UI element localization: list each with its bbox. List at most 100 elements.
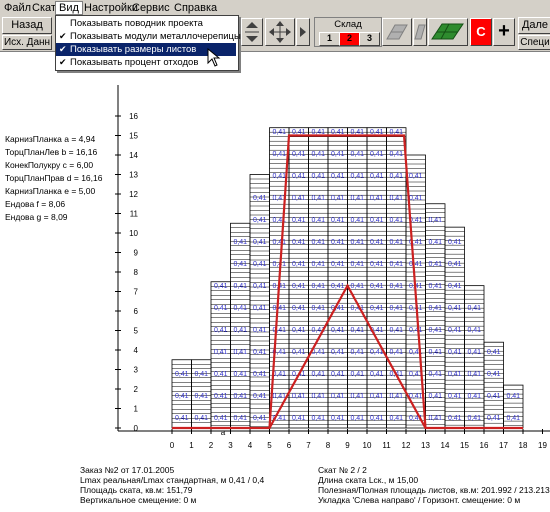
sheet-size-label: 0,41 bbox=[389, 151, 403, 158]
sheet-size-label: 0,41 bbox=[428, 261, 442, 268]
add-button[interactable]: + bbox=[493, 18, 515, 46]
sheet-size-label: 0,41 bbox=[253, 217, 267, 224]
sheet-size-label: 0,41 bbox=[467, 305, 481, 312]
tile-gray-button-2[interactable] bbox=[413, 18, 427, 46]
up-down-arrows-icon bbox=[245, 22, 259, 42]
sheet-size-label: 0,41 bbox=[409, 305, 423, 312]
sheet-size-label: 0,41 bbox=[389, 261, 403, 268]
sheet-size-label: 0,41 bbox=[272, 393, 286, 400]
menu-help[interactable]: Справка bbox=[174, 2, 217, 14]
nav-right-button[interactable] bbox=[296, 18, 310, 46]
special-button[interactable]: Специ bbox=[518, 35, 550, 50]
sheet-size-label: 0,41 bbox=[253, 349, 267, 356]
checkmark-icon: ✔ bbox=[59, 57, 67, 67]
sheet-size-label: 0,41 bbox=[448, 327, 462, 334]
sheet-size-label: 0,41 bbox=[428, 239, 442, 246]
x-tick-label: 11 bbox=[382, 441, 391, 450]
sheet-size-label: 0,41 bbox=[272, 129, 286, 136]
sheet-size-label: 0,41 bbox=[331, 173, 345, 180]
sheet-size-label: 0,41 bbox=[214, 305, 228, 312]
x-tick-label: 10 bbox=[363, 441, 372, 450]
sheet-size-label: 0,41 bbox=[487, 349, 501, 356]
sheet-size-label: 0,41 bbox=[292, 217, 306, 224]
x-tick-label: 18 bbox=[519, 441, 528, 450]
tile-gray-button-1[interactable] bbox=[382, 18, 412, 46]
param-item: ТорцПланПрав d = 16,16 bbox=[5, 173, 103, 183]
menu-service[interactable]: Сервис bbox=[132, 2, 170, 14]
menu-view[interactable]: Вид bbox=[55, 1, 83, 15]
parameters-list: КарнизПланка а = 4,94 ТорцПланЛев b = 16… bbox=[5, 133, 102, 224]
y-tick-label: 16 bbox=[129, 112, 138, 121]
sheet-column bbox=[288, 127, 309, 429]
y-tick-label: 12 bbox=[129, 190, 138, 199]
y-tick-label: 6 bbox=[134, 307, 139, 316]
sheet-size-label: 0,41 bbox=[487, 393, 501, 400]
sheet-size-label: 0,41 bbox=[331, 239, 345, 246]
sheet-size-label: 0,41 bbox=[467, 327, 481, 334]
sheet-size-label: 0,41 bbox=[350, 349, 364, 356]
sheet-size-label: 0,41 bbox=[292, 393, 306, 400]
scroll-vertical-button[interactable] bbox=[241, 18, 263, 46]
sheet-size-label: 0,41 bbox=[389, 305, 403, 312]
sheet-size-label: 0,41 bbox=[350, 327, 364, 334]
tile-green-button[interactable] bbox=[428, 18, 468, 46]
sheet-size-label: 0,41 bbox=[448, 261, 462, 268]
sheet-3-button[interactable]: 3 bbox=[359, 32, 380, 46]
sheet-column bbox=[464, 285, 485, 429]
param-item: Ендова f = 8,06 bbox=[5, 199, 66, 209]
sheet-size-label: 0,41 bbox=[428, 393, 442, 400]
sheet-column bbox=[425, 203, 446, 429]
x-tick-label: 13 bbox=[421, 441, 430, 450]
sheet-column bbox=[210, 281, 231, 429]
c-button[interactable]: С bbox=[470, 18, 492, 46]
menu-file[interactable]: Файл bbox=[4, 2, 31, 14]
sheet-column bbox=[366, 127, 387, 429]
move-button[interactable] bbox=[265, 18, 295, 46]
layout-label: Укладка 'Слева направо' / Горизонт. смещ… bbox=[318, 495, 521, 505]
sheet-size-label: 0,41 bbox=[233, 393, 247, 400]
sheet-size-label: 0,41 bbox=[194, 393, 208, 400]
sheet-2-button[interactable]: 2 bbox=[339, 32, 360, 46]
sheet-size-label: 0,41 bbox=[331, 195, 345, 202]
sheet-column bbox=[347, 127, 368, 429]
app-window: { "menu": { "file": "Файл", "slope": "Ск… bbox=[0, 0, 550, 512]
sheet-size-label: 0,41 bbox=[350, 283, 364, 290]
sheet-size-label: 0,41 bbox=[428, 283, 442, 290]
menu-item-show-guide[interactable]: Показывать поводник проекта bbox=[56, 17, 236, 30]
sheet-size-label: 0,41 bbox=[389, 393, 403, 400]
menu-settings[interactable]: Настройки bbox=[84, 2, 138, 14]
menu-bar: Файл Скат Вид Настройки Сервис Справка bbox=[0, 0, 550, 16]
sheet-size-label: 0,41 bbox=[370, 349, 384, 356]
sheet-size-label: 0,41 bbox=[311, 261, 325, 268]
sheet-column bbox=[405, 154, 426, 429]
sheet-size-label: 0,41 bbox=[253, 239, 267, 246]
next-button[interactable]: Дале bbox=[518, 17, 550, 34]
sheet-size-label: 0,41 bbox=[389, 371, 403, 378]
sheet-column bbox=[444, 226, 465, 429]
source-data-button[interactable]: Исх. Данн bbox=[2, 35, 52, 50]
sheet-size-label: 0,41 bbox=[448, 283, 462, 290]
sheet-size-label: 0,41 bbox=[331, 283, 345, 290]
sheet-size-label: 0,41 bbox=[389, 283, 403, 290]
sheet-size-label: 0,41 bbox=[448, 393, 462, 400]
param-item: КонекПолукру с = 6,00 bbox=[5, 160, 94, 170]
sheet-size-label: 0,41 bbox=[350, 371, 364, 378]
sheet-size-label: 0,41 bbox=[214, 283, 228, 290]
roof-tile-green-icon bbox=[431, 23, 464, 40]
menu-slope[interactable]: Скат bbox=[32, 2, 56, 14]
x-tick-label: 9 bbox=[345, 441, 350, 450]
sheet-size-label: 0,41 bbox=[428, 415, 442, 422]
sheet-column bbox=[191, 359, 212, 429]
back-button[interactable]: Назад bbox=[2, 17, 52, 34]
sheet-size-label: 0,41 bbox=[370, 195, 384, 202]
sheet-size-label: 0,41 bbox=[253, 371, 267, 378]
sheet-size-label: 0,41 bbox=[233, 239, 247, 246]
menu-item-show-modules[interactable]: ✔ Показывать модули металлочерепицы bbox=[56, 30, 241, 43]
sheet-size-label: 0,41 bbox=[389, 217, 403, 224]
sheet-size-label: 0,41 bbox=[233, 371, 247, 378]
y-tick-label: 11 bbox=[130, 210, 139, 219]
sheet-size-label: 0,41 bbox=[467, 415, 481, 422]
roof-layout-drawing: 0,41 0,41 0,41 0,41 0,41 0,41 0,41 0,41 0,41 0,41… bbox=[115, 85, 550, 450]
sheet-1-button[interactable]: 1 bbox=[319, 32, 340, 46]
sheet-size-label: 0,41 bbox=[428, 371, 442, 378]
